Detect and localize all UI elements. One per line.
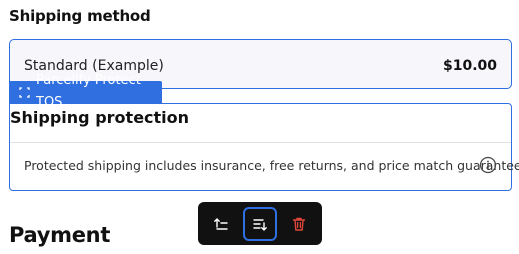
shipping-protection-section[interactable]: Shipping protection Protected shipping i… xyxy=(9,103,519,191)
divider xyxy=(10,142,511,143)
block-toolbar xyxy=(198,202,322,245)
shipping-option-price: $10.00 xyxy=(442,58,497,74)
move-up-button[interactable] xyxy=(204,207,238,241)
shipping-protection-description: Protected shipping includes insurance, f… xyxy=(24,158,519,173)
move-down-icon xyxy=(253,219,267,231)
delete-button[interactable] xyxy=(282,207,316,241)
move-down-button[interactable] xyxy=(243,207,277,241)
badge-label: Parcelify Protect TOS xyxy=(36,73,141,110)
shipping-method-heading: Shipping method xyxy=(9,7,151,25)
parcelify-protect-badge[interactable]: Parcelify Protect TOS xyxy=(9,73,162,110)
move-up-icon xyxy=(214,218,228,230)
payment-heading: Payment xyxy=(9,223,111,247)
select-frame-icon xyxy=(19,86,30,98)
trash-icon xyxy=(292,217,306,231)
info-icon[interactable] xyxy=(479,156,497,174)
